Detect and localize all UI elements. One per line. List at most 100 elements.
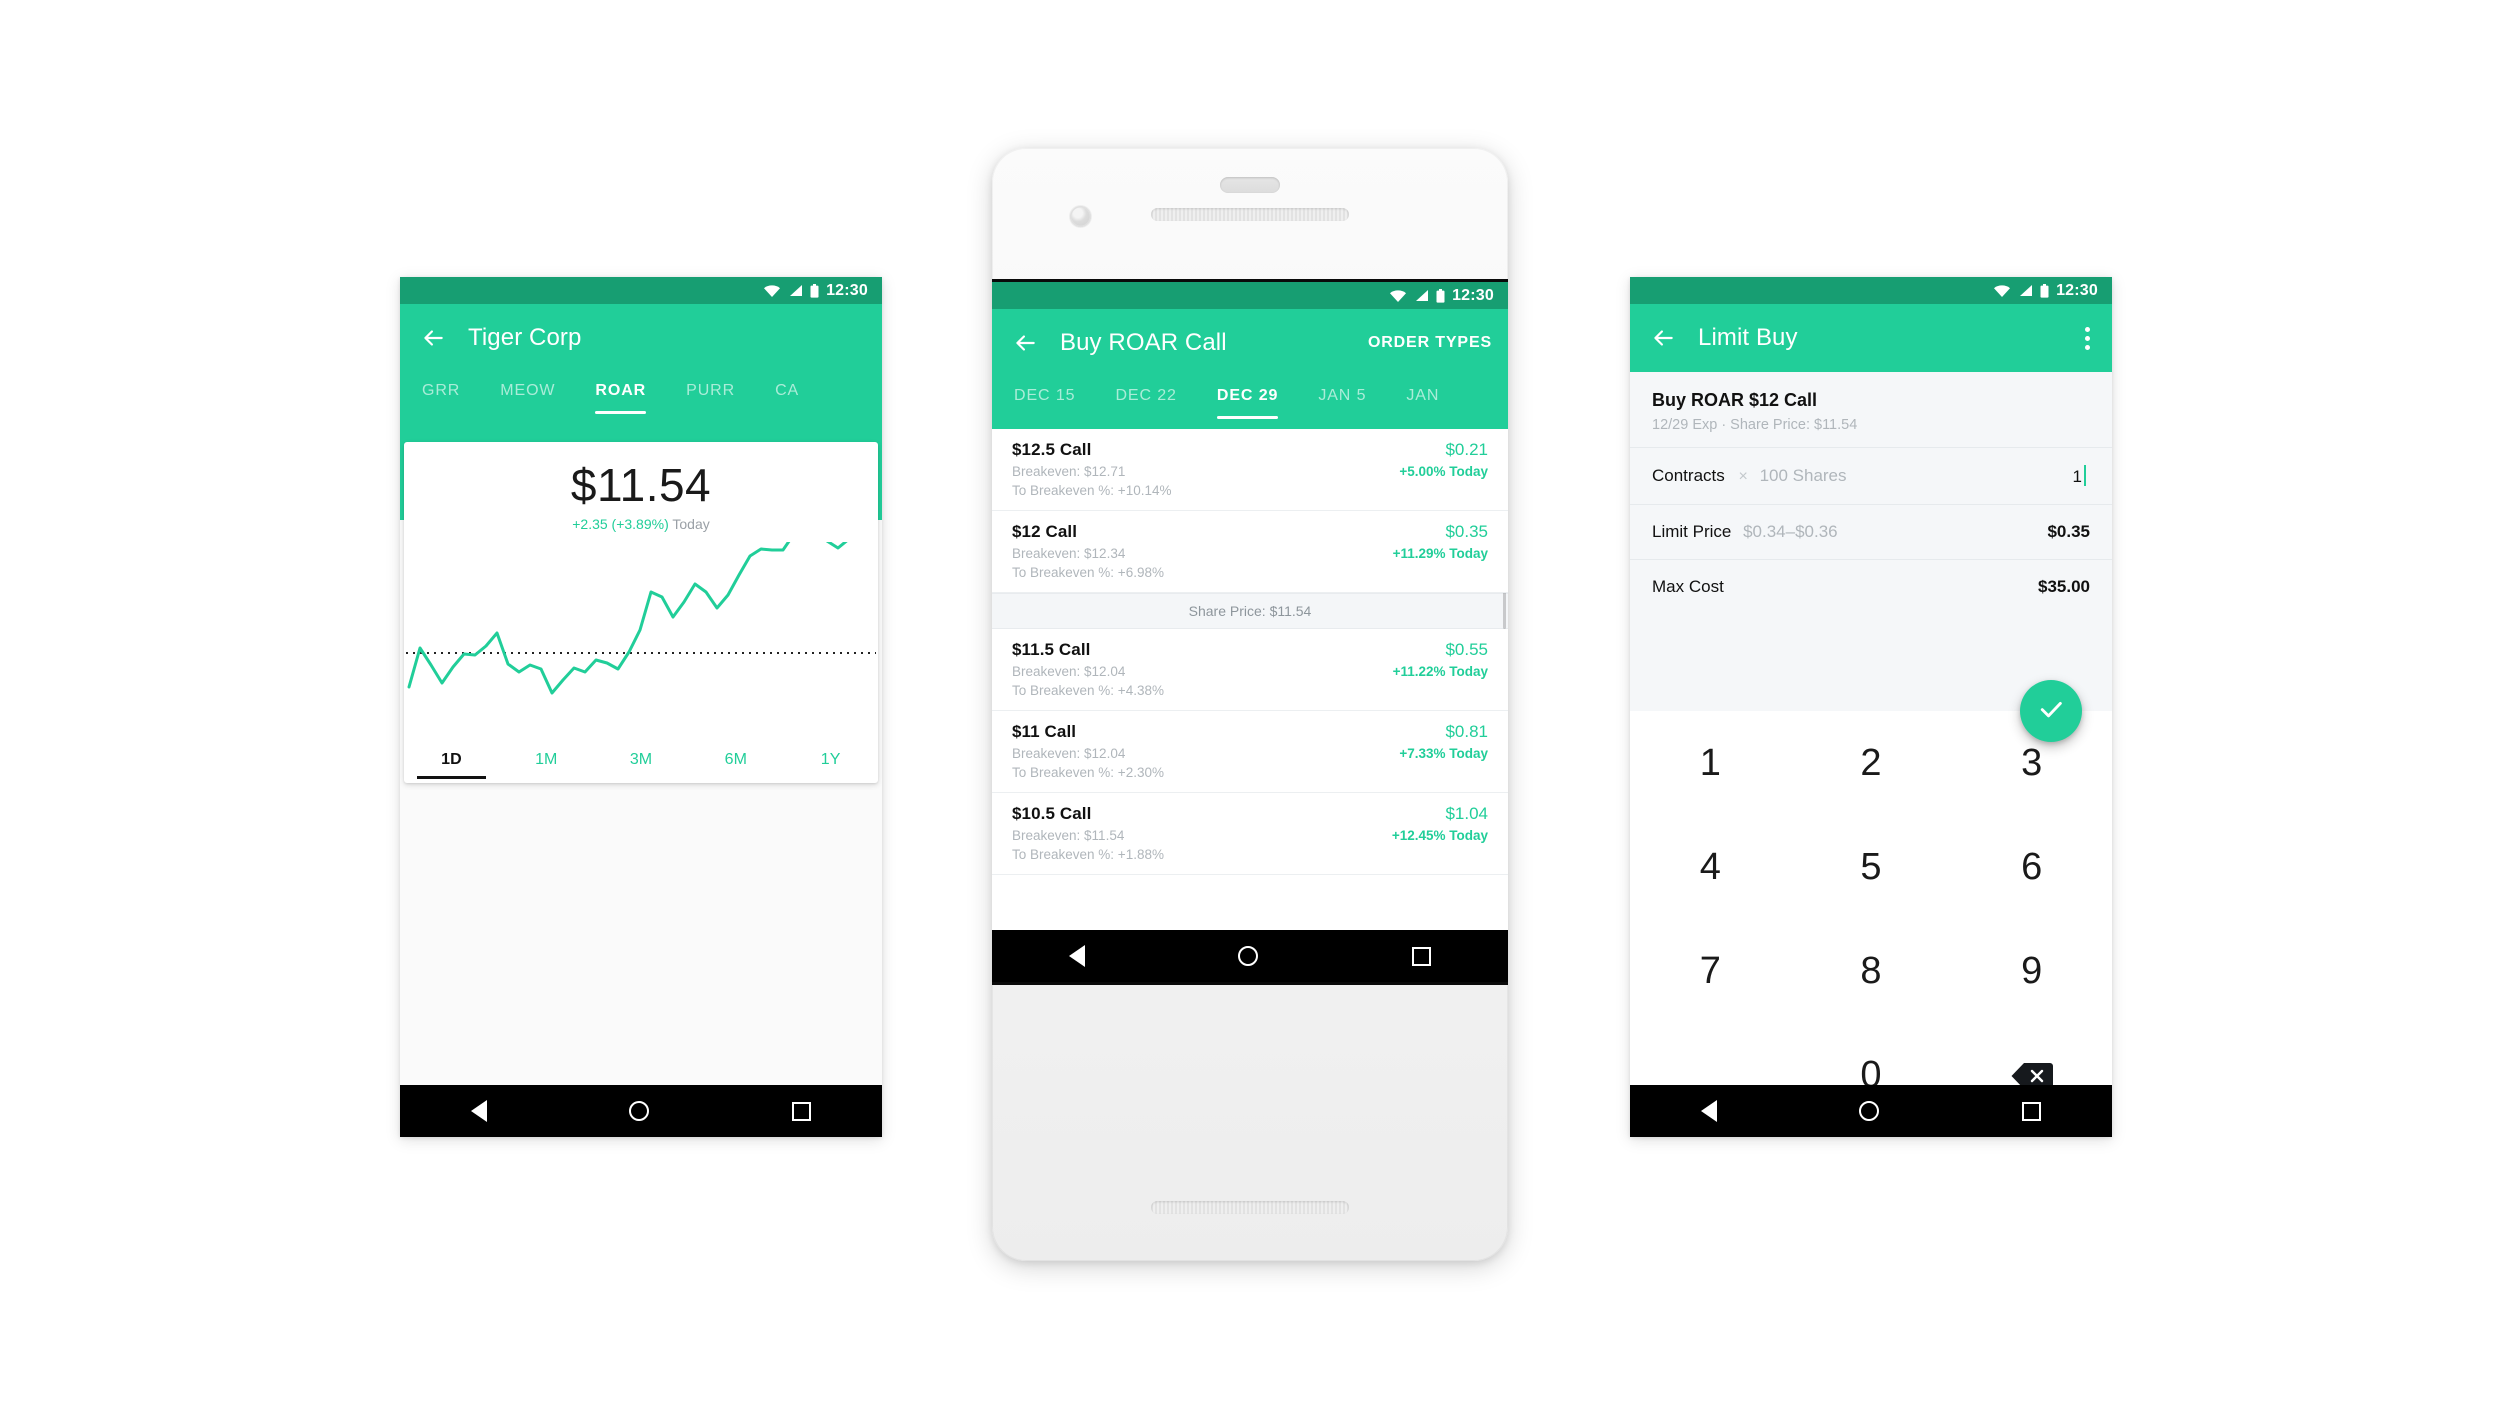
status-bar: 12:30 <box>992 282 1508 309</box>
stock-detail-body: $11.54 +2.35 (+3.89%) Today 1D 1M 3M 6M <box>400 424 882 1137</box>
option-chain-list[interactable]: $12.5 Call Breakeven: $12.71 To Breakeve… <box>992 429 1508 930</box>
back-arrow-icon[interactable] <box>416 321 450 355</box>
table-row[interactable]: $11 Call Breakeven: $12.04 To Breakeven … <box>992 711 1508 793</box>
option-breakeven: Breakeven: $12.04 <box>1012 746 1126 761</box>
page-title: Tiger Corp <box>468 324 582 351</box>
range-1m[interactable]: 1M <box>499 737 594 783</box>
range-1y[interactable]: 1Y <box>783 737 878 783</box>
limit-price-value[interactable]: $0.35 <box>2047 522 2090 542</box>
app-bar: Tiger Corp <box>400 304 882 372</box>
max-cost-row: Max Cost $35.00 <box>1630 559 2112 614</box>
numeric-keypad: 1 2 3 4 5 6 7 8 9 0 <box>1630 711 2112 1128</box>
tab-dec-29[interactable]: DEC 29 <box>1216 377 1279 419</box>
phone-1-stock-detail: 12:30 Tiger Corp GRR MEOW ROAR PURR CA $… <box>400 277 882 1137</box>
signal-icon <box>1414 289 1429 302</box>
submit-order-button[interactable] <box>2020 680 2082 742</box>
expiration-tabs: DEC 15 DEC 22 DEC 29 JAN 5 JAN <box>992 377 1508 429</box>
app-bar: Limit Buy <box>1630 304 2112 372</box>
option-to-breakeven: To Breakeven %: +6.98% <box>1012 565 1164 580</box>
option-change: +12.45% Today <box>1391 828 1488 843</box>
option-breakeven: Breakeven: $12.71 <box>1012 464 1126 479</box>
key-5[interactable]: 5 <box>1791 815 1952 919</box>
order-summary: Buy ROAR $12 Call 12/29 Exp · Share Pric… <box>1630 372 2112 447</box>
order-subtitle: 12/29 Exp · Share Price: $11.54 <box>1652 417 1858 433</box>
nav-back-icon[interactable] <box>1068 945 1085 967</box>
key-4[interactable]: 4 <box>1630 815 1791 919</box>
contracts-label-group: Contracts × 100 Shares <box>1652 466 1847 486</box>
tab-roar[interactable]: ROAR <box>595 372 646 414</box>
tab-purr[interactable]: PURR <box>686 372 735 414</box>
option-row-right: $0.35 +11.29% Today <box>1393 522 1488 580</box>
option-price: $0.81 <box>1445 722 1488 741</box>
key-1[interactable]: 1 <box>1630 711 1791 815</box>
tab-ca[interactable]: CA <box>775 372 799 414</box>
key-8[interactable]: 8 <box>1791 920 1952 1024</box>
battery-icon <box>1436 288 1445 303</box>
option-row-left: $11 Call Breakeven: $12.04 To Breakeven … <box>1012 722 1164 780</box>
status-bar: 12:30 <box>1630 277 2112 304</box>
earpiece-slot <box>1220 177 1280 193</box>
key-2[interactable]: 2 <box>1791 711 1952 815</box>
contracts-input[interactable]: 1 <box>2073 467 2082 486</box>
kebab-menu-icon[interactable] <box>2079 321 2096 356</box>
range-3m[interactable]: 3M <box>594 737 689 783</box>
phone-2-device-frame: 12:30 Buy ROAR Call ORDER TYPES DEC 15 D… <box>992 148 1508 1261</box>
app-bar: Buy ROAR Call ORDER TYPES <box>992 309 1508 377</box>
signal-icon <box>2018 284 2033 297</box>
tab-jan-5[interactable]: JAN 5 <box>1318 377 1366 419</box>
key-6[interactable]: 6 <box>1951 815 2112 919</box>
nav-back-icon[interactable] <box>471 1100 488 1122</box>
battery-icon <box>2040 283 2049 298</box>
chart-range-selector: 1D 1M 3M 6M 1Y <box>404 737 878 783</box>
option-price: $0.35 <box>1445 522 1488 541</box>
max-cost-value: $35.00 <box>2038 577 2090 596</box>
front-camera-icon <box>1070 206 1091 227</box>
nav-recents-icon[interactable] <box>791 1101 811 1121</box>
option-row-right: $0.81 +7.33% Today <box>1399 722 1488 780</box>
option-breakeven: Breakeven: $12.04 <box>1012 664 1126 679</box>
wifi-icon <box>1389 289 1407 303</box>
nav-recents-icon[interactable] <box>1412 946 1432 966</box>
limit-price-field-row[interactable]: Limit Price $0.34–$0.36 $0.35 <box>1630 504 2112 559</box>
option-to-breakeven: To Breakeven %: +2.30% <box>1012 765 1164 780</box>
option-change: +7.33% Today <box>1399 746 1488 761</box>
option-change: +11.29% Today <box>1392 546 1488 561</box>
option-strike: $11.5 Call <box>1012 640 1091 659</box>
back-arrow-icon[interactable] <box>1008 326 1042 360</box>
nav-recents-icon[interactable] <box>2021 1101 2041 1121</box>
key-7[interactable]: 7 <box>1630 920 1791 1024</box>
tab-dec-15[interactable]: DEC 15 <box>1014 377 1075 419</box>
table-row[interactable]: $10.5 Call Breakeven: $11.54 To Breakeve… <box>992 793 1508 875</box>
nav-home-icon[interactable] <box>1238 946 1259 966</box>
range-1d[interactable]: 1D <box>404 737 499 783</box>
tab-grr[interactable]: GRR <box>422 372 460 414</box>
option-price: $1.04 <box>1445 804 1488 823</box>
status-bar-time: 12:30 <box>1452 286 1494 304</box>
option-change: +5.00% Today <box>1399 464 1488 479</box>
price-change-period: Today <box>672 516 710 532</box>
price-line <box>407 542 848 695</box>
nav-back-icon[interactable] <box>1701 1100 1718 1122</box>
tab-meow[interactable]: MEOW <box>500 372 555 414</box>
phone-2-screen: 12:30 Buy ROAR Call ORDER TYPES DEC 15 D… <box>992 279 1508 985</box>
order-types-button[interactable]: ORDER TYPES <box>1368 334 1492 352</box>
option-row-right: $1.04 +12.45% Today <box>1392 804 1488 862</box>
nav-home-icon[interactable] <box>629 1101 650 1121</box>
option-row-right: $0.55 +11.22% Today <box>1393 640 1488 698</box>
back-arrow-icon[interactable] <box>1646 321 1680 355</box>
table-row[interactable]: $11.5 Call Breakeven: $12.04 To Breakeve… <box>992 629 1508 711</box>
nav-home-icon[interactable] <box>1859 1101 1880 1121</box>
status-bar: 12:30 <box>400 277 882 304</box>
tab-dec-22[interactable]: DEC 22 <box>1115 377 1176 419</box>
contracts-field-row[interactable]: Contracts × 100 Shares 1 <box>1630 447 2112 504</box>
option-strike: $10.5 Call <box>1012 804 1092 823</box>
bottom-speaker-grille <box>1151 1201 1349 1214</box>
option-row-left: $12.5 Call Breakeven: $12.71 To Breakeve… <box>1012 440 1171 498</box>
contracts-value-group[interactable]: 1 <box>2073 465 2090 487</box>
table-row[interactable]: $12 Call Breakeven: $12.34 To Breakeven … <box>992 511 1508 593</box>
option-breakeven: Breakeven: $11.54 <box>1012 828 1125 843</box>
table-row[interactable]: $12.5 Call Breakeven: $12.71 To Breakeve… <box>992 429 1508 511</box>
tab-jan[interactable]: JAN <box>1406 377 1439 419</box>
key-9[interactable]: 9 <box>1951 920 2112 1024</box>
range-6m[interactable]: 6M <box>688 737 783 783</box>
